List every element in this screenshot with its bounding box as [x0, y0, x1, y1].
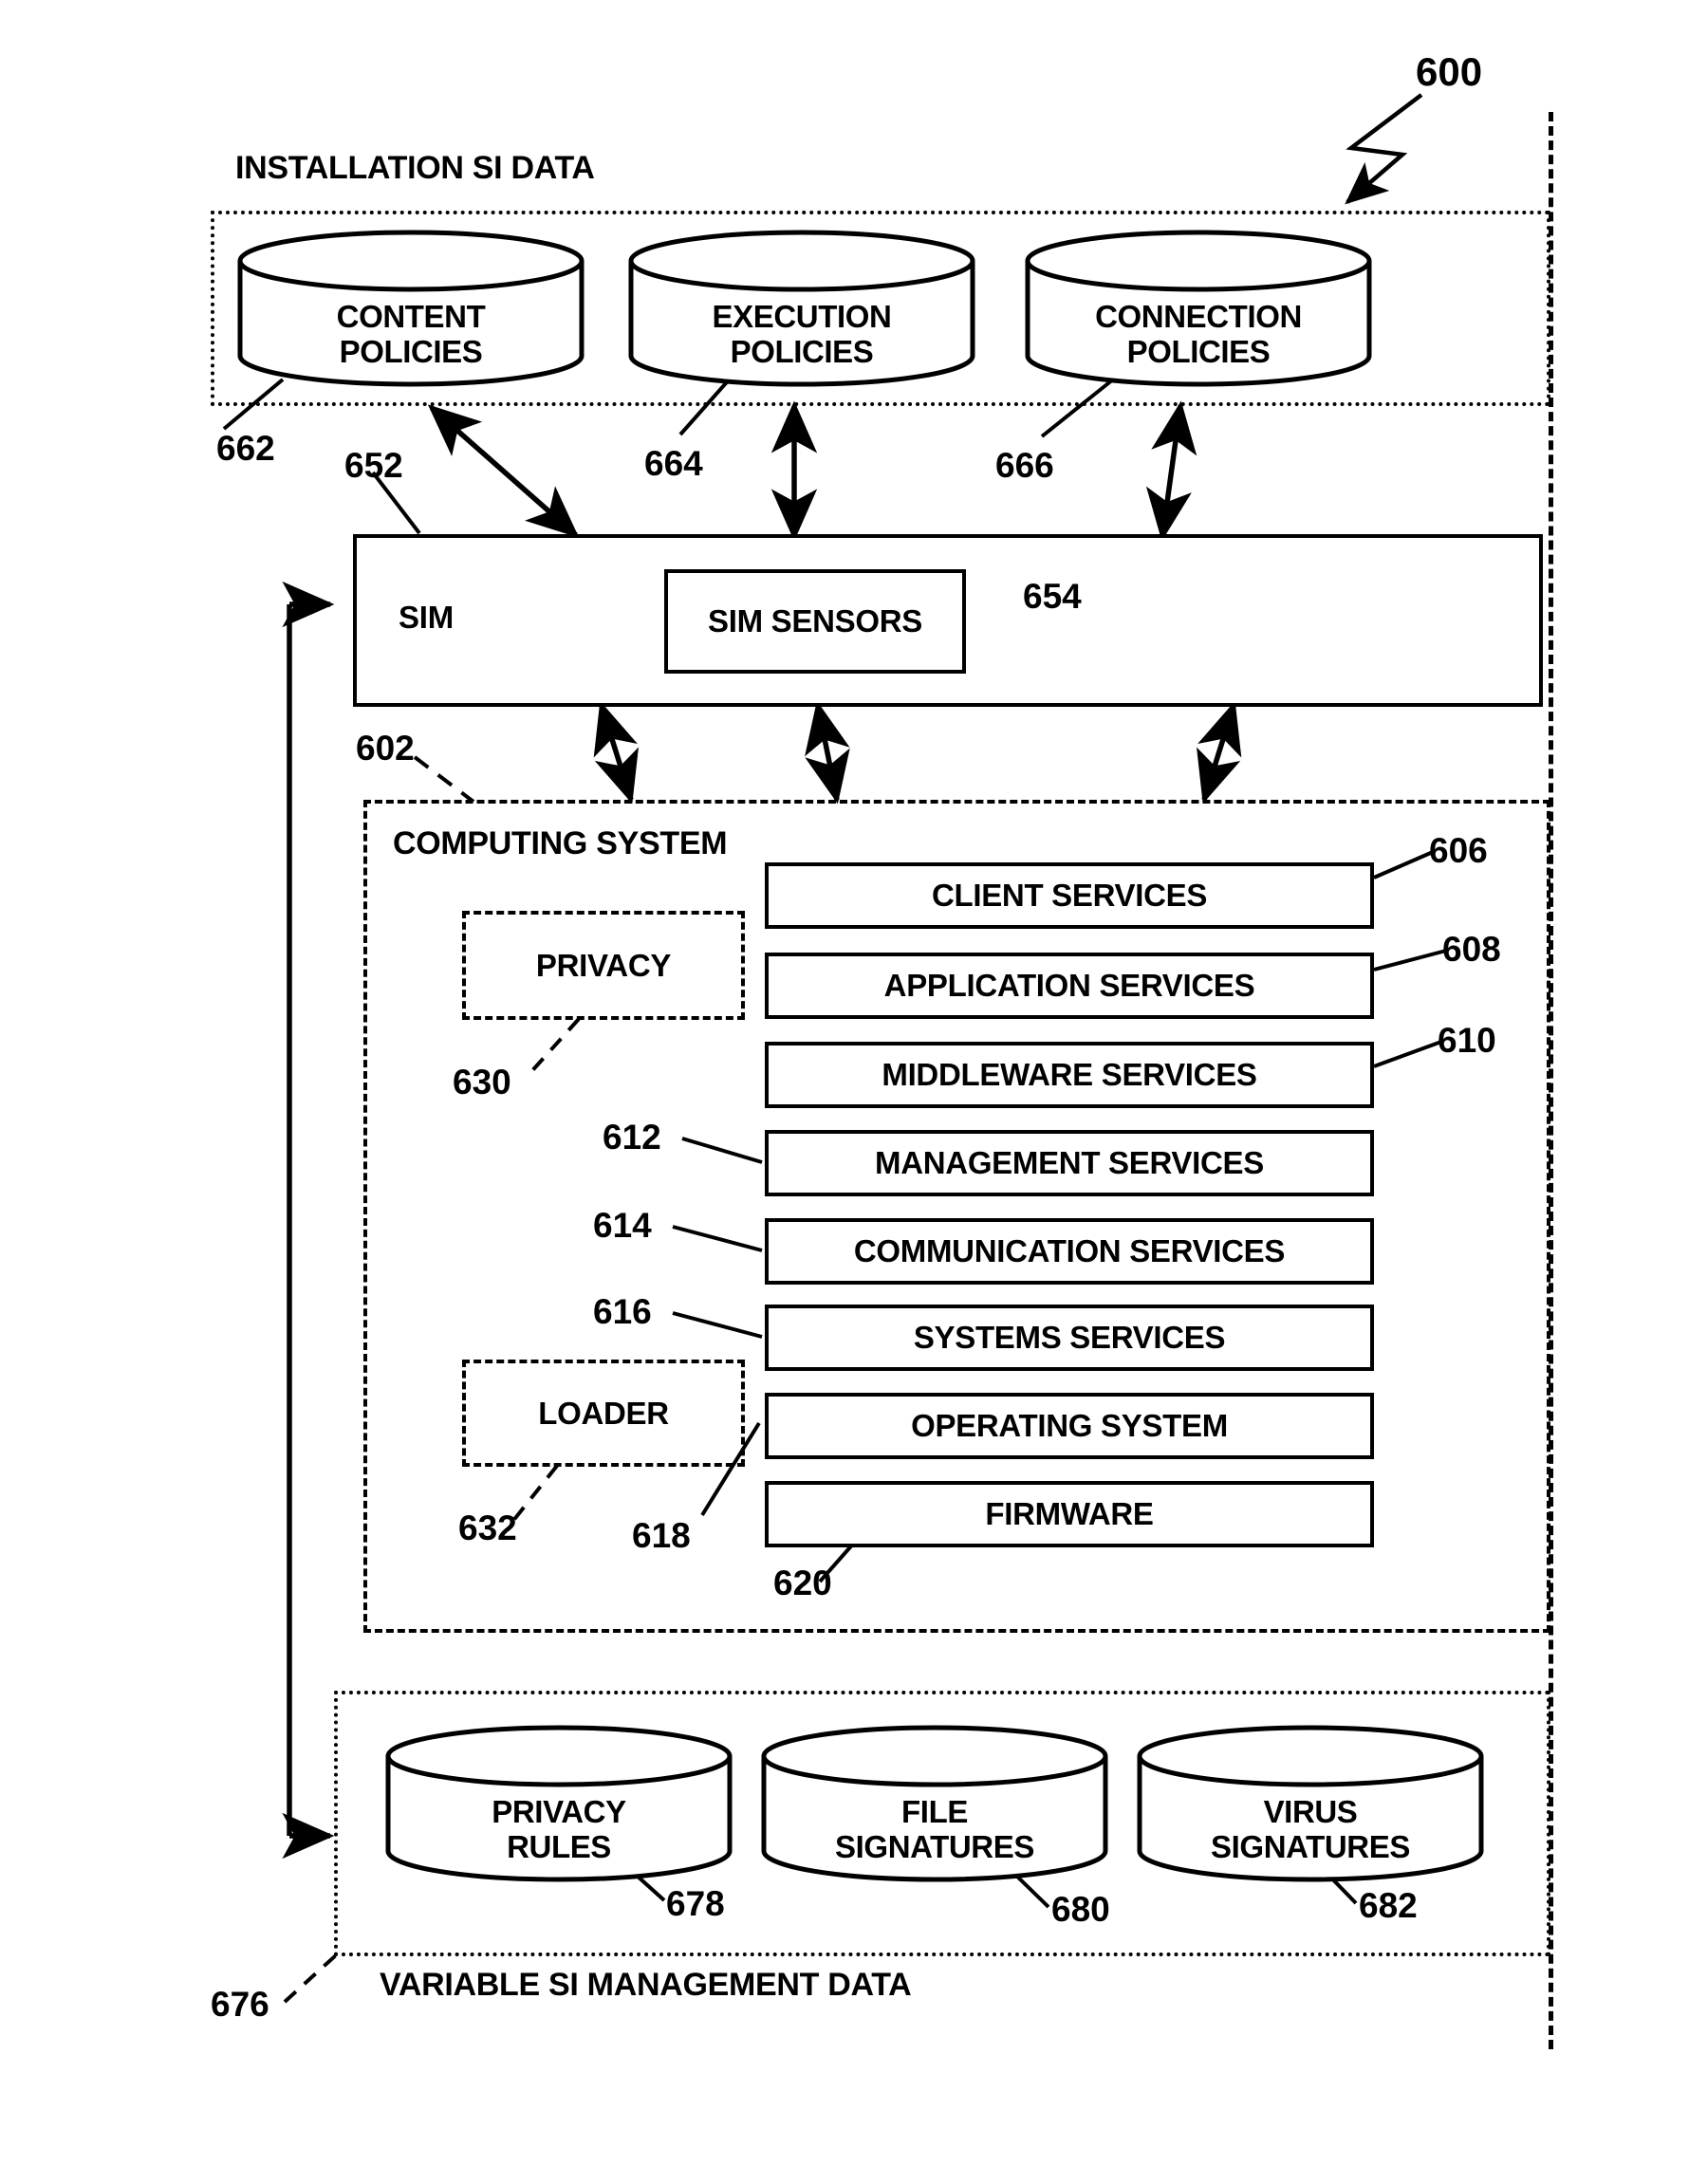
ref-610: 610 — [1438, 1021, 1496, 1060]
leader-602 — [413, 755, 475, 804]
ref-612: 612 — [603, 1118, 661, 1157]
ref-666: 666 — [995, 446, 1054, 485]
variable-si-management-title: VARIABLE SI MANAGEMENT DATA — [380, 1967, 912, 2003]
layer-application-services-label: APPLICATION SERVICES — [883, 968, 1255, 1003]
layer-client-services[interactable]: CLIENT SERVICES — [765, 862, 1374, 929]
sim-sensors-box[interactable]: SIM SENSORS — [664, 569, 966, 674]
execution-policies-store[interactable]: EXECUTION POLICIES — [626, 230, 977, 387]
privacy-module-label: PRIVACY — [535, 947, 672, 983]
layer-application-services[interactable]: APPLICATION SERVICES — [765, 953, 1374, 1019]
ref-664: 664 — [644, 444, 703, 483]
layer-systems-services-label: SYSTEMS SERVICES — [913, 1320, 1226, 1355]
sim-sensors-label: SIM SENSORS — [708, 603, 922, 639]
file-signatures-store[interactable]: FILE SIGNATURES — [759, 1725, 1110, 1882]
ref-632: 632 — [458, 1508, 517, 1547]
ref-630: 630 — [453, 1063, 511, 1101]
arrow-sim-cs-3 — [1197, 700, 1242, 805]
arrow-sim-cs-1 — [593, 700, 639, 805]
arrow-content-sim — [427, 404, 580, 538]
ref-682: 682 — [1359, 1886, 1418, 1925]
ref-606: 606 — [1429, 831, 1488, 870]
installation-si-data-title: INSTALLATION SI DATA — [235, 150, 595, 186]
ref-676: 676 — [211, 1985, 269, 2024]
ref-678: 678 — [666, 1884, 725, 1923]
arrow-connection-sim — [1145, 400, 1197, 542]
layer-operating-system[interactable]: OPERATING SYSTEM — [765, 1393, 1374, 1459]
sim-label: SIM — [399, 600, 455, 635]
layer-management-services-label: MANAGEMENT SERVICES — [875, 1145, 1264, 1180]
layer-middleware-services[interactable]: MIDDLEWARE SERVICES — [765, 1042, 1374, 1108]
ref-614: 614 — [593, 1206, 652, 1245]
layer-systems-services[interactable]: SYSTEMS SERVICES — [765, 1305, 1374, 1371]
layer-firmware-label: FIRMWARE — [985, 1496, 1154, 1531]
figure-leader-600 — [1345, 93, 1423, 205]
privacy-rules-store[interactable]: PRIVACY RULES — [383, 1725, 734, 1882]
layer-operating-system-label: OPERATING SYSTEM — [911, 1408, 1228, 1443]
computing-system-title: COMPUTING SYSTEM — [393, 825, 728, 861]
ref-680: 680 — [1051, 1890, 1110, 1929]
layer-client-services-label: CLIENT SERVICES — [931, 878, 1208, 913]
feedback-bus — [282, 581, 335, 1860]
ref-652: 652 — [344, 446, 403, 485]
figure-canvas: 600 INSTALLATION SI DATA CONTENT POLICIE… — [0, 0, 1689, 2184]
layer-middleware-services-label: MIDDLEWARE SERVICES — [882, 1057, 1257, 1092]
ref-618: 618 — [632, 1516, 691, 1555]
virus-signatures-store[interactable]: VIRUS SIGNATURES — [1135, 1725, 1486, 1882]
arrow-sim-cs-2 — [805, 700, 850, 805]
ref-602: 602 — [356, 729, 415, 768]
layer-firmware[interactable]: FIRMWARE — [765, 1481, 1374, 1547]
ref-608: 608 — [1442, 930, 1501, 969]
loader-module[interactable]: LOADER — [462, 1360, 745, 1467]
ref-620: 620 — [773, 1564, 832, 1602]
privacy-module[interactable]: PRIVACY — [462, 911, 745, 1020]
loader-module-label: LOADER — [538, 1395, 669, 1431]
ref-616: 616 — [593, 1292, 652, 1331]
connection-policies-store[interactable]: CONNECTION POLICIES — [1023, 230, 1374, 387]
layer-communication-services-label: COMMUNICATION SERVICES — [853, 1233, 1286, 1268]
ref-662: 662 — [216, 429, 275, 468]
layer-management-services[interactable]: MANAGEMENT SERVICES — [765, 1130, 1374, 1196]
figure-number: 600 — [1416, 49, 1483, 94]
leader-676 — [283, 1953, 339, 2004]
layer-communication-services[interactable]: COMMUNICATION SERVICES — [765, 1218, 1374, 1285]
content-policies-store[interactable]: CONTENT POLICIES — [235, 230, 586, 387]
ref-654: 654 — [1023, 577, 1082, 616]
